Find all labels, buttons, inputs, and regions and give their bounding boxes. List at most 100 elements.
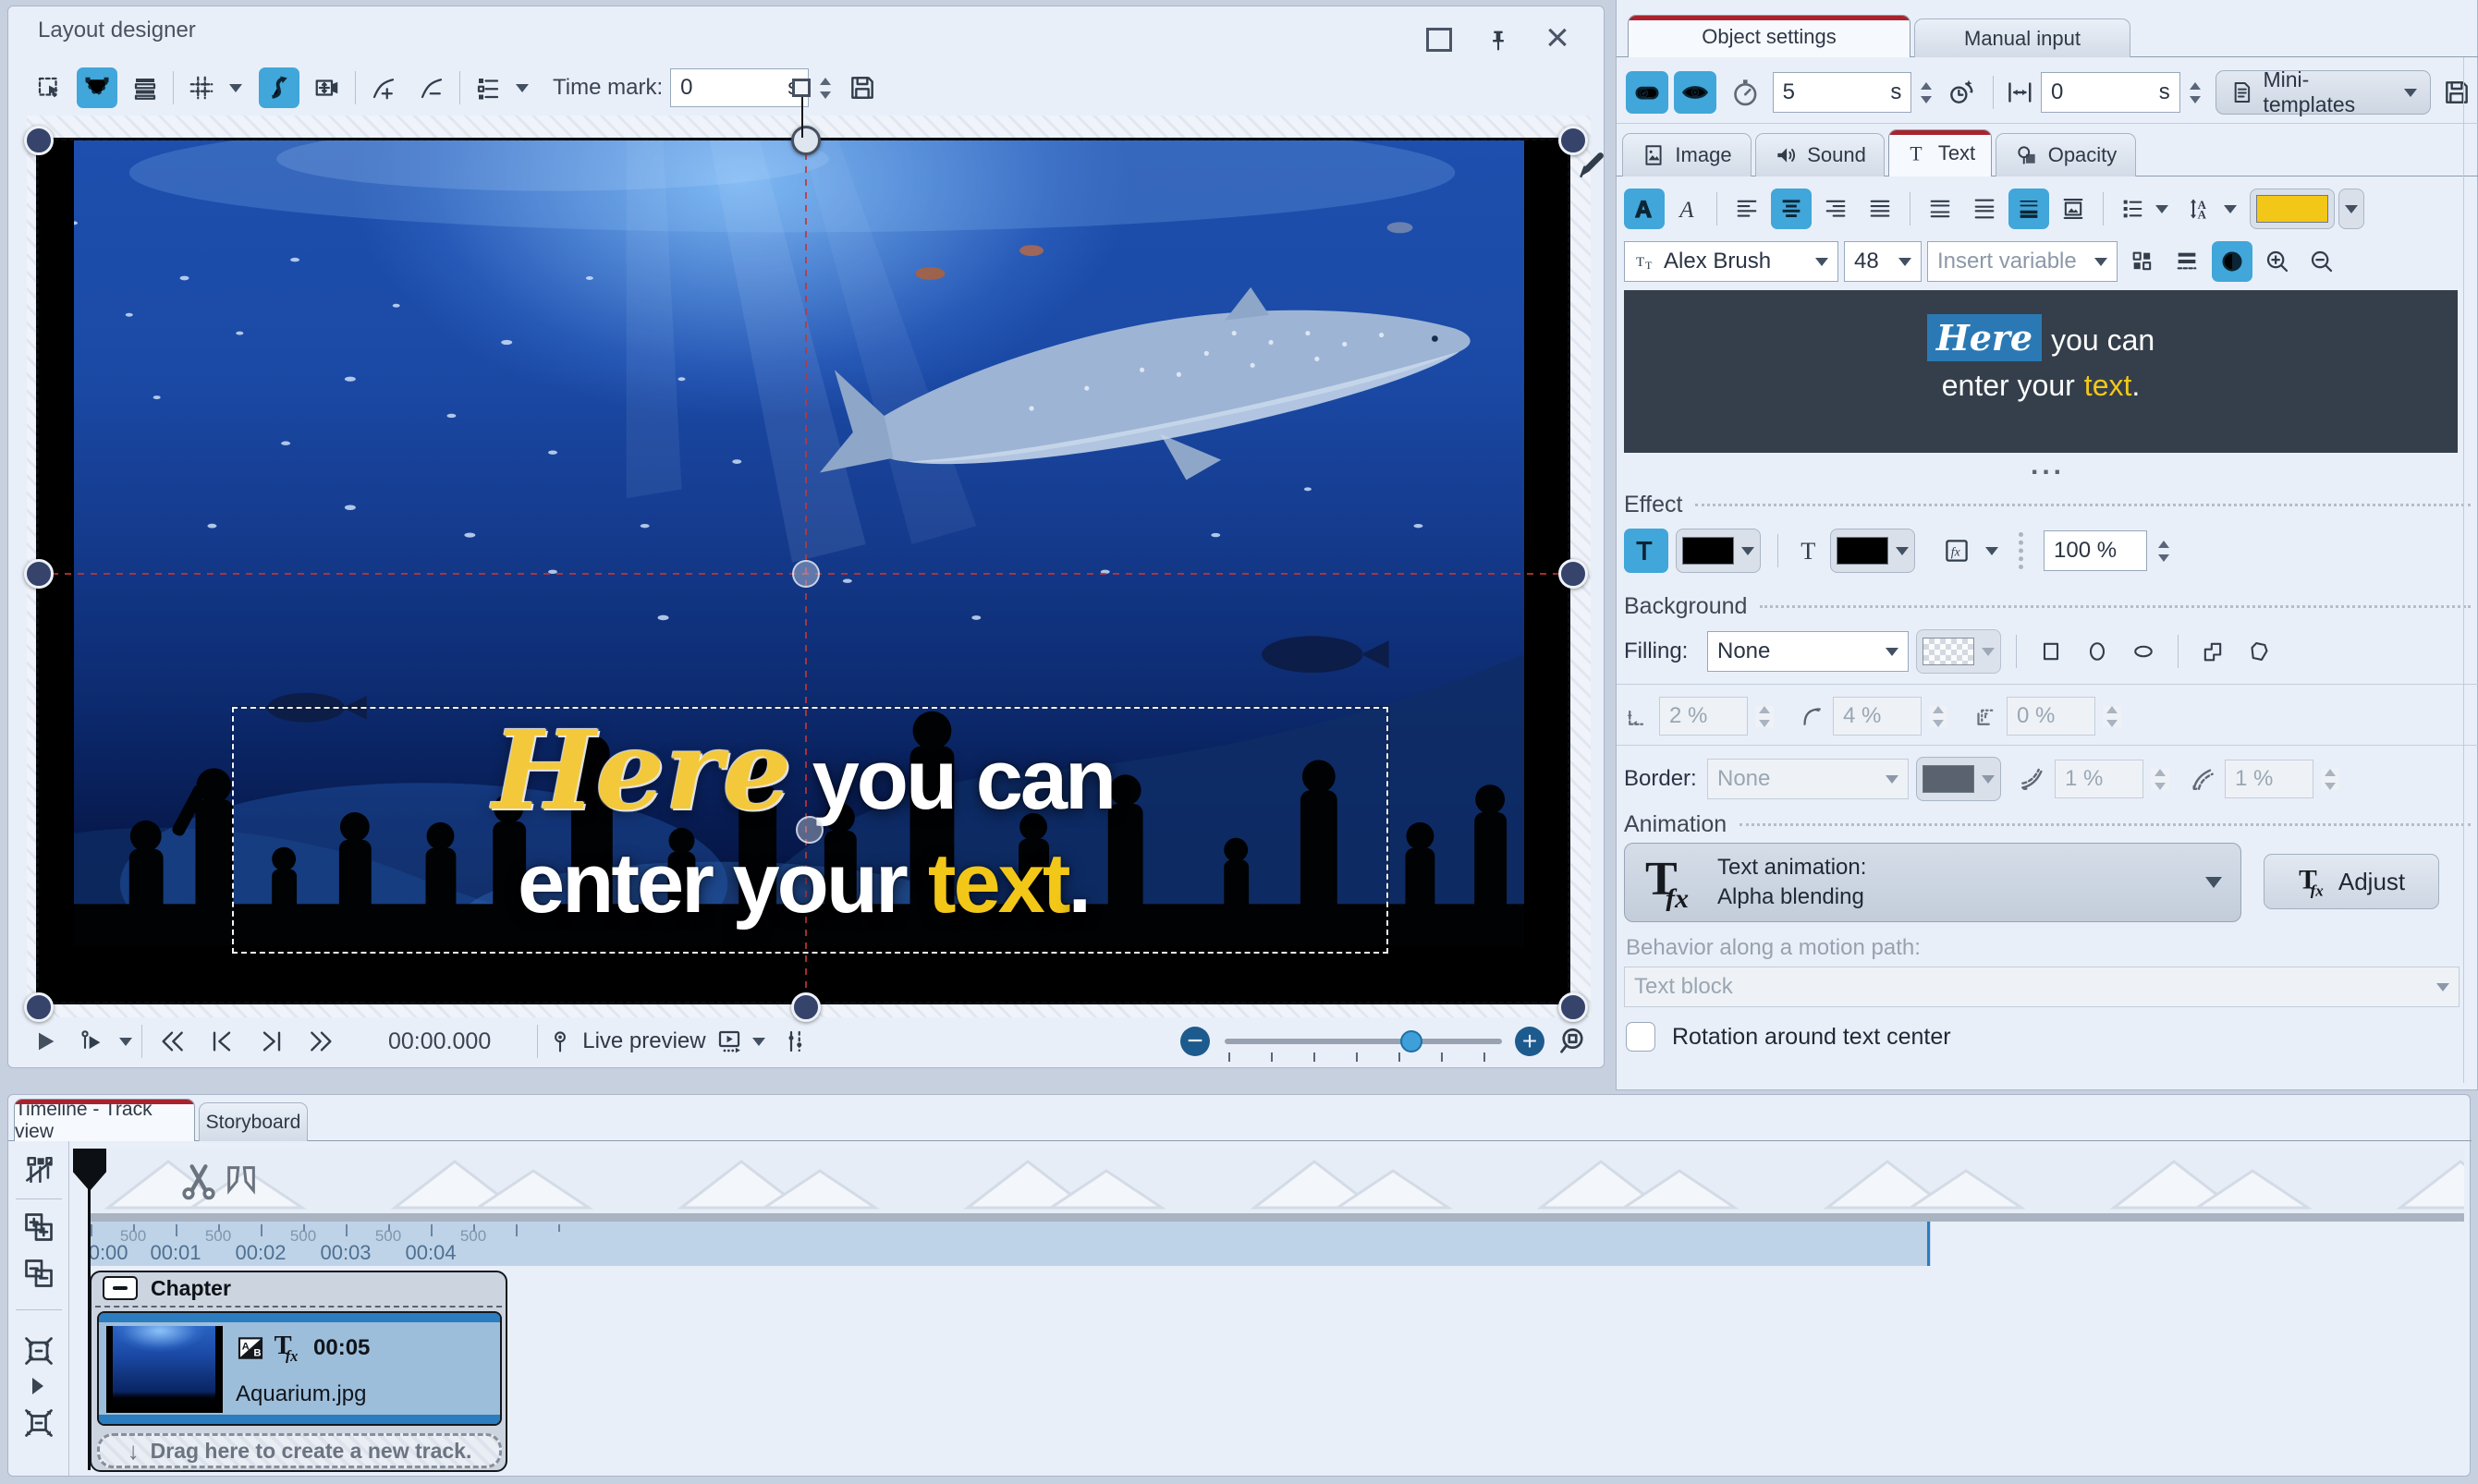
text-fx-button[interactable]: fx bbox=[1935, 529, 1978, 572]
zoom-slider-track[interactable] bbox=[1225, 1039, 1502, 1044]
expand-collapse-arrow[interactable] bbox=[32, 1378, 43, 1394]
font-family-combo[interactable]: TT Alex Brush bbox=[1624, 241, 1838, 282]
shrink-tracks-button[interactable] bbox=[19, 1332, 58, 1370]
align-right-button[interactable] bbox=[1815, 189, 1856, 229]
border-radius-input[interactable]: 1 % bbox=[2225, 760, 2313, 798]
editor-zoom-in-button[interactable] bbox=[2258, 241, 2297, 282]
playhead-line[interactable] bbox=[88, 1187, 91, 1470]
play-from-marker-button[interactable] bbox=[73, 1023, 110, 1060]
border-color[interactable] bbox=[1916, 757, 2001, 801]
motion-path-behavior-combo[interactable]: Text block bbox=[1624, 967, 2460, 1007]
previous-button[interactable] bbox=[201, 1023, 242, 1060]
tab-text[interactable]: T Text bbox=[1888, 129, 1992, 176]
time-ruler[interactable]: 500 500 500 500 500 00:00 00:01 00:02 00… bbox=[90, 1222, 1931, 1266]
layers-button[interactable] bbox=[125, 67, 165, 108]
font-color-dropdown[interactable] bbox=[2338, 189, 2364, 229]
tab-image[interactable]: Image bbox=[1622, 133, 1752, 176]
scissors-icon[interactable] bbox=[178, 1160, 219, 1200]
zoom-out-button[interactable]: − bbox=[1180, 1027, 1210, 1056]
time-mark-spinner[interactable] bbox=[816, 78, 835, 99]
live-preview-label[interactable]: Live preview bbox=[582, 1028, 705, 1054]
select-tool-button[interactable] bbox=[29, 67, 69, 108]
text-image-layout-button[interactable] bbox=[2053, 189, 2093, 229]
contrast-preview-button[interactable] bbox=[2212, 241, 2252, 282]
shape-freeform-button[interactable] bbox=[2240, 631, 2278, 672]
split-icon[interactable] bbox=[223, 1162, 260, 1198]
tab-manual-input[interactable]: Manual input bbox=[1914, 18, 2130, 57]
border-width-spinner[interactable] bbox=[2151, 769, 2169, 790]
align-center-button[interactable] bbox=[1771, 189, 1812, 229]
clip-aquarium[interactable]: A B T fx 00:05 Aquarium.jpg bbox=[97, 1311, 502, 1426]
character-map-button[interactable] bbox=[2123, 241, 2162, 282]
tab-opacity[interactable]: Opacity bbox=[1996, 133, 2136, 176]
handle-middle-right[interactable] bbox=[1558, 559, 1588, 589]
editor-zoom-out-button[interactable] bbox=[2302, 241, 2341, 282]
line-spacing-dropdown[interactable] bbox=[2224, 205, 2237, 213]
handle-middle-left[interactable] bbox=[24, 559, 54, 589]
filling-color[interactable] bbox=[1916, 629, 2001, 674]
valign-top-button[interactable] bbox=[1920, 189, 1960, 229]
bold-button[interactable]: A bbox=[1624, 189, 1665, 229]
text-border-toggle[interactable]: T bbox=[1624, 529, 1668, 573]
new-track-drop-area[interactable]: ↓ Drag here to create a new track. bbox=[97, 1433, 502, 1468]
curve-tool-button[interactable] bbox=[77, 67, 117, 108]
border-combo[interactable]: None bbox=[1707, 759, 1909, 799]
zoom-in-tracks-button[interactable] bbox=[19, 1208, 58, 1247]
editor-resize-grip[interactable]: ... bbox=[1617, 456, 2478, 475]
zoom-out-tracks-button[interactable] bbox=[19, 1254, 58, 1293]
save-time-marks-button[interactable] bbox=[842, 67, 883, 108]
font-size-combo[interactable]: 48 bbox=[1844, 241, 1922, 282]
preview-monitor-dropdown[interactable] bbox=[752, 1038, 765, 1046]
camera-pan-button[interactable] bbox=[307, 67, 348, 108]
shape-circle-button[interactable] bbox=[2078, 631, 2117, 672]
effect-opacity-spinner[interactable] bbox=[2155, 541, 2173, 562]
line-spacing-button[interactable]: AA bbox=[2179, 189, 2220, 229]
align-justify-button[interactable] bbox=[1860, 189, 1900, 229]
handle-top-center[interactable] bbox=[791, 126, 821, 155]
zoom-in-button[interactable]: + bbox=[1515, 1027, 1544, 1056]
edit-brush-icon[interactable] bbox=[1576, 149, 1607, 180]
visibility-toggle-button[interactable] bbox=[1674, 71, 1716, 114]
tab-timeline-track-view[interactable]: Timeline - Track view bbox=[14, 1099, 195, 1141]
preview-settings-icon[interactable] bbox=[782, 1028, 810, 1055]
add-curve-point-button[interactable] bbox=[363, 67, 404, 108]
soft-edge-spinner[interactable] bbox=[2103, 706, 2121, 727]
save-mini-template-button[interactable] bbox=[2436, 72, 2477, 113]
text-shadow-color[interactable] bbox=[1830, 529, 1915, 573]
inner-margin-spinner[interactable] bbox=[1755, 706, 1774, 727]
pin-button[interactable] bbox=[1480, 21, 1517, 58]
align-left-button[interactable] bbox=[1727, 189, 1767, 229]
mini-templates-button[interactable]: Mini-templates bbox=[2216, 70, 2431, 115]
shape-rectangle-button[interactable] bbox=[2032, 631, 2070, 672]
close-button[interactable]: × bbox=[1537, 18, 1578, 58]
play-button[interactable] bbox=[27, 1023, 64, 1060]
zoom-slider-thumb[interactable] bbox=[1400, 1030, 1422, 1052]
effect-opacity-input[interactable]: 100 % bbox=[2044, 530, 2147, 571]
rotation-handle[interactable] bbox=[792, 79, 811, 97]
valign-middle-button[interactable] bbox=[1964, 189, 2005, 229]
handle-bottom-center[interactable] bbox=[791, 992, 821, 1022]
next-button[interactable] bbox=[251, 1023, 292, 1060]
offset-input[interactable]: 0 s bbox=[2041, 72, 2180, 113]
time-mark-input[interactable]: 0 s bbox=[670, 68, 809, 107]
handle-bottom-left[interactable] bbox=[24, 992, 54, 1022]
border-radius-spinner[interactable] bbox=[2321, 769, 2339, 790]
inner-margin-input[interactable]: 2 % bbox=[1659, 697, 1748, 736]
italic-button[interactable]: A bbox=[1668, 189, 1707, 229]
smart-duration-button[interactable] bbox=[1941, 72, 1982, 113]
border-width-input[interactable]: 1 % bbox=[2055, 760, 2143, 798]
handle-textbox-center[interactable] bbox=[796, 816, 824, 844]
rotation-checkbox[interactable] bbox=[1626, 1022, 1655, 1052]
fast-forward-button[interactable] bbox=[301, 1023, 342, 1060]
adjust-button[interactable]: T fx Adjust bbox=[2264, 854, 2439, 909]
expand-tracks-button[interactable] bbox=[19, 1404, 58, 1442]
text-fx-dropdown[interactable] bbox=[1985, 547, 1998, 555]
object-list-dropdown[interactable] bbox=[516, 84, 529, 92]
text-border-color[interactable] bbox=[1676, 529, 1761, 573]
handle-canvas-center[interactable] bbox=[792, 560, 820, 588]
chapter-header[interactable]: Chapter bbox=[92, 1272, 506, 1304]
corner-radius-spinner[interactable] bbox=[1929, 706, 1947, 727]
motion-path-button[interactable] bbox=[259, 67, 299, 108]
play-options-dropdown[interactable] bbox=[119, 1038, 132, 1046]
font-color-swatch[interactable] bbox=[2250, 189, 2335, 229]
